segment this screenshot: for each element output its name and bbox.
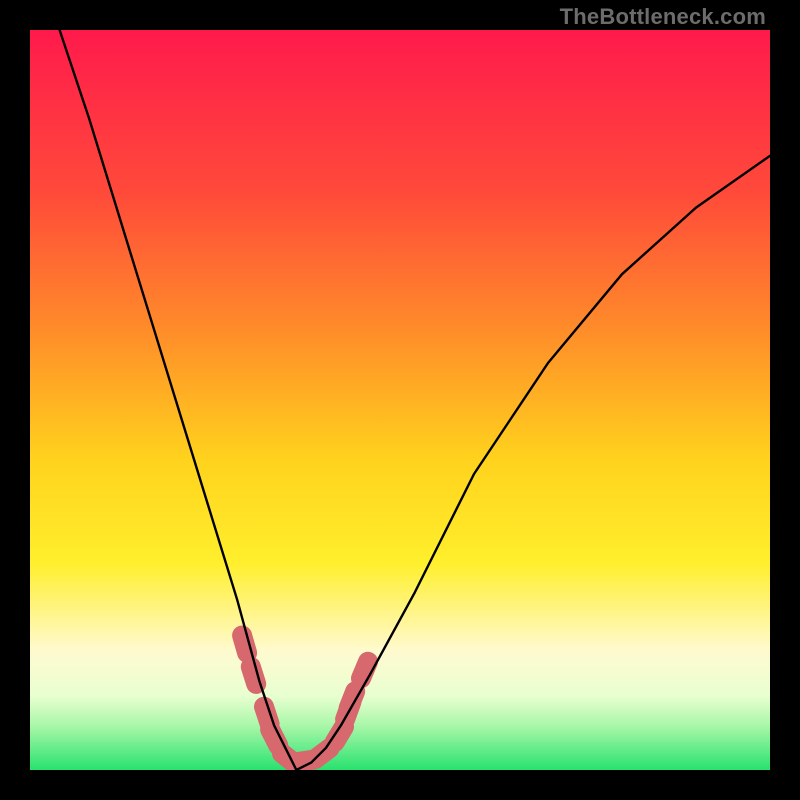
watermark-text: TheBottleneck.com <box>560 4 766 30</box>
highlight-segments <box>242 636 368 765</box>
highlight-marker <box>361 662 368 679</box>
bottleneck-curve <box>60 30 770 770</box>
plot-area <box>30 30 770 770</box>
highlight-marker <box>242 636 247 653</box>
chart-svg <box>30 30 770 770</box>
